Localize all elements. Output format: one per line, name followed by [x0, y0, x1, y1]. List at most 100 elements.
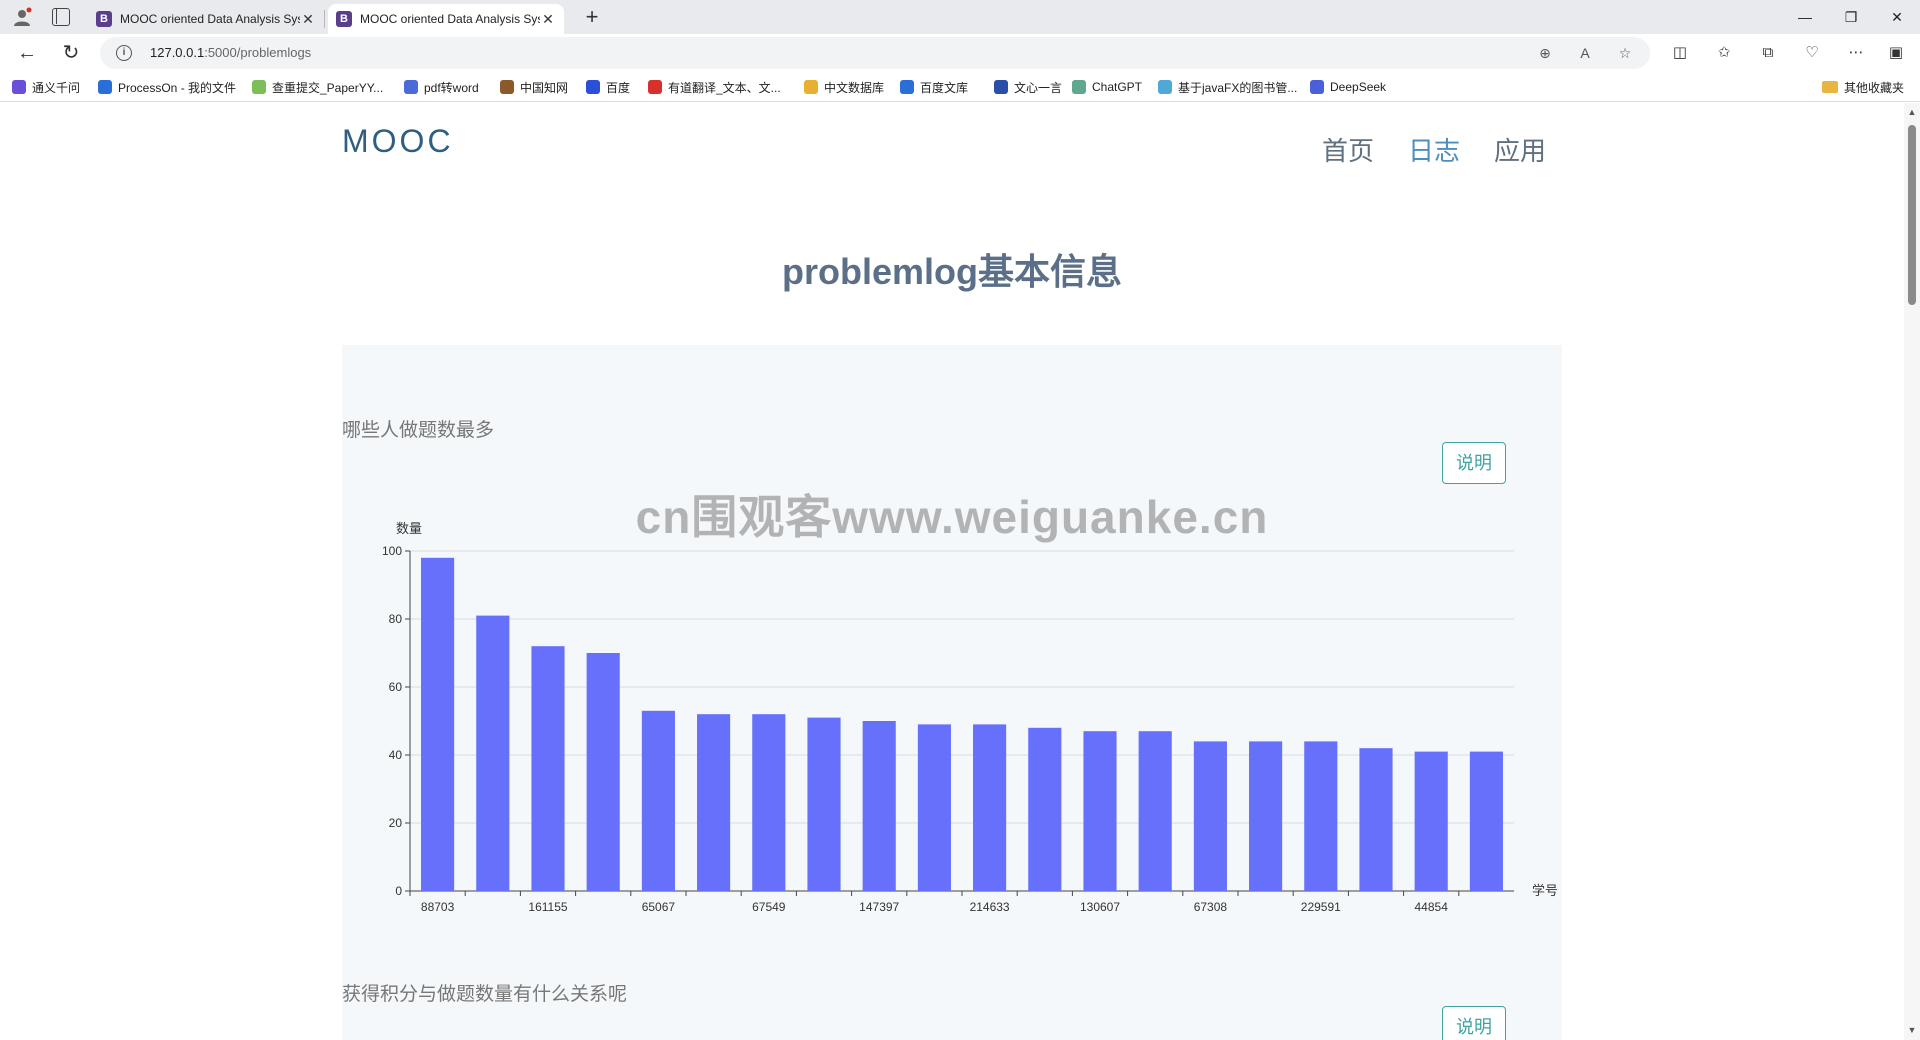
- bookmark-label: 查重提交_PaperYY...: [272, 80, 384, 95]
- section-title-top-solvers: 哪些人做题数最多: [342, 420, 495, 441]
- site-info-icon[interactable]: i: [116, 45, 132, 61]
- bookmark-item[interactable]: ChatGPT: [1072, 79, 1142, 95]
- nav-logs[interactable]: 日志: [1408, 131, 1460, 168]
- bookmark-item[interactable]: 文心一言: [994, 79, 1062, 95]
- bookmark-label: pdf转word: [424, 80, 479, 95]
- bookmark-label: 文心一言: [1014, 80, 1063, 95]
- browser-titlebar: B MOOC oriented Data Analysis Sys ✕ B MO…: [0, 0, 1920, 34]
- scroll-up-icon[interactable]: ▲: [1907, 107, 1917, 117]
- other-bookmarks-folder[interactable]: 其他收藏夹: [1822, 79, 1904, 95]
- bookmark-item[interactable]: ProcessOn - 我的文件: [98, 79, 236, 95]
- bookmarks-bar: 其他收藏夹 通义千问 ProcessOn - 我的文件 查重提交_PaperYY..…: [0, 72, 1920, 102]
- bookmark-label: 百度文库: [920, 80, 969, 95]
- address-bar[interactable]: i 127.0.0.1:5000/problemlogs ⊕ A ☆: [100, 37, 1650, 69]
- browser-essentials-icon[interactable]: ♡: [1800, 42, 1824, 64]
- tab-actions-icon[interactable]: [52, 8, 70, 26]
- x-tick-label: 130607: [1080, 900, 1120, 914]
- minimize-icon[interactable]: —: [1782, 0, 1828, 34]
- page-title: problemlog基本信息: [782, 251, 1122, 292]
- bookmark-label: DeepSeek: [1330, 80, 1387, 94]
- bar: [1414, 751, 1448, 891]
- bookmark-item[interactable]: 有道翻译_文本、文...: [648, 79, 781, 95]
- x-axis-label: 学号: [1532, 883, 1558, 898]
- tab-title: MOOC oriented Data Analysis Sys: [360, 12, 540, 26]
- x-tick-label: 88703: [421, 900, 455, 914]
- bar: [917, 724, 951, 891]
- tab-title: MOOC oriented Data Analysis Sys: [120, 12, 300, 26]
- restore-icon[interactable]: ❐: [1828, 0, 1874, 34]
- bookmark-favicon-icon: [994, 80, 1008, 94]
- folder-icon: [1822, 81, 1838, 93]
- bookmark-label: 百度: [606, 80, 631, 95]
- nav-apps[interactable]: 应用: [1494, 131, 1546, 168]
- y-tick-label: 60: [389, 680, 403, 694]
- close-tab-icon[interactable]: ✕: [540, 11, 556, 28]
- bookmark-item[interactable]: 百度文库: [900, 79, 968, 95]
- bookmark-item[interactable]: DeepSeek: [1310, 79, 1386, 95]
- close-window-icon[interactable]: ✕: [1874, 0, 1920, 34]
- bookmark-label: 有道翻译_文本、文...: [668, 80, 781, 95]
- x-tick-label: 229591: [1301, 900, 1341, 914]
- page-scrollbar[interactable]: ▲ ▼: [1904, 103, 1920, 1040]
- bar: [1469, 751, 1503, 891]
- favorites-icon[interactable]: ✩: [1712, 42, 1736, 64]
- y-tick-label: 20: [389, 816, 403, 830]
- site-favicon-icon: B: [336, 11, 352, 27]
- url-text[interactable]: 127.0.0.1:5000/problemlogs: [150, 45, 311, 60]
- url-path: :5000/problemlogs: [204, 45, 312, 60]
- bar: [1359, 748, 1393, 891]
- site-favicon-icon: B: [96, 11, 112, 27]
- tab-divider: [324, 10, 325, 28]
- explain-button-2[interactable]: 说明: [1442, 1006, 1506, 1040]
- more-menu-icon[interactable]: ⋯: [1844, 42, 1868, 64]
- bookmark-favicon-icon: [252, 80, 266, 94]
- scroll-down-icon[interactable]: ▼: [1907, 1025, 1917, 1035]
- x-tick-label: 67549: [752, 900, 786, 914]
- profile-icon[interactable]: [12, 7, 32, 27]
- bar: [1249, 741, 1283, 891]
- bookmark-favicon-icon: [1158, 80, 1172, 94]
- x-tick-label: 214633: [970, 900, 1010, 914]
- zoom-icon[interactable]: ⊕: [1534, 43, 1556, 63]
- bar: [586, 653, 620, 891]
- explain-button[interactable]: 说明: [1442, 442, 1506, 484]
- tab-active[interactable]: B MOOC oriented Data Analysis Sys ✕: [328, 4, 564, 34]
- y-tick-label: 80: [389, 612, 403, 626]
- bookmark-item[interactable]: pdf转word: [404, 79, 479, 95]
- bookmark-item[interactable]: 查重提交_PaperYY...: [252, 79, 383, 95]
- bookmark-favicon-icon: [98, 80, 112, 94]
- bookmark-label: 基于javaFX的图书管...: [1178, 80, 1298, 95]
- new-tab-icon[interactable]: +: [578, 4, 606, 30]
- bookmark-favicon-icon: [804, 80, 818, 94]
- bar: [807, 717, 841, 891]
- bar: [1304, 741, 1338, 891]
- favorite-star-icon[interactable]: ☆: [1614, 43, 1636, 63]
- bookmark-label: ChatGPT: [1092, 80, 1143, 94]
- section-title-score-vs-count: 获得积分与做题数量有什么关系呢: [342, 984, 628, 1005]
- bar: [421, 557, 455, 891]
- collections-icon[interactable]: ⧉: [1756, 42, 1780, 64]
- read-aloud-icon[interactable]: A: [1574, 43, 1596, 63]
- bookmark-item[interactable]: 中国知网: [500, 79, 568, 95]
- back-icon[interactable]: ←: [12, 38, 42, 68]
- bookmark-item[interactable]: 中文数据库: [804, 79, 884, 95]
- page-viewport: MOOC 首页 日志 应用 problemlog基本信息 哪些人做题数最多 说明…: [0, 103, 1904, 1040]
- split-screen-icon[interactable]: ◫: [1668, 42, 1692, 64]
- x-tick-label: 147397: [859, 900, 899, 914]
- bar: [697, 714, 731, 891]
- sidebar-toggle-icon[interactable]: ▣: [1884, 42, 1908, 64]
- bookmark-item[interactable]: 基于javaFX的图书管...: [1158, 79, 1297, 95]
- reload-icon[interactable]: ↻: [56, 38, 86, 68]
- x-tick-label: 67308: [1194, 900, 1228, 914]
- bookmark-item[interactable]: 通义千问: [12, 79, 80, 95]
- site-brand[interactable]: MOOC: [342, 123, 454, 160]
- nav-home[interactable]: 首页: [1322, 131, 1374, 168]
- bookmark-favicon-icon: [1310, 80, 1324, 94]
- bookmark-item[interactable]: 百度: [586, 79, 630, 95]
- tab-inactive[interactable]: B MOOC oriented Data Analysis Sys ✕: [88, 4, 324, 34]
- close-tab-icon[interactable]: ✕: [300, 11, 316, 28]
- x-tick-label: 44854: [1415, 900, 1449, 914]
- bar: [1083, 731, 1117, 891]
- scroll-thumb[interactable]: [1908, 125, 1916, 305]
- bar: [973, 724, 1007, 891]
